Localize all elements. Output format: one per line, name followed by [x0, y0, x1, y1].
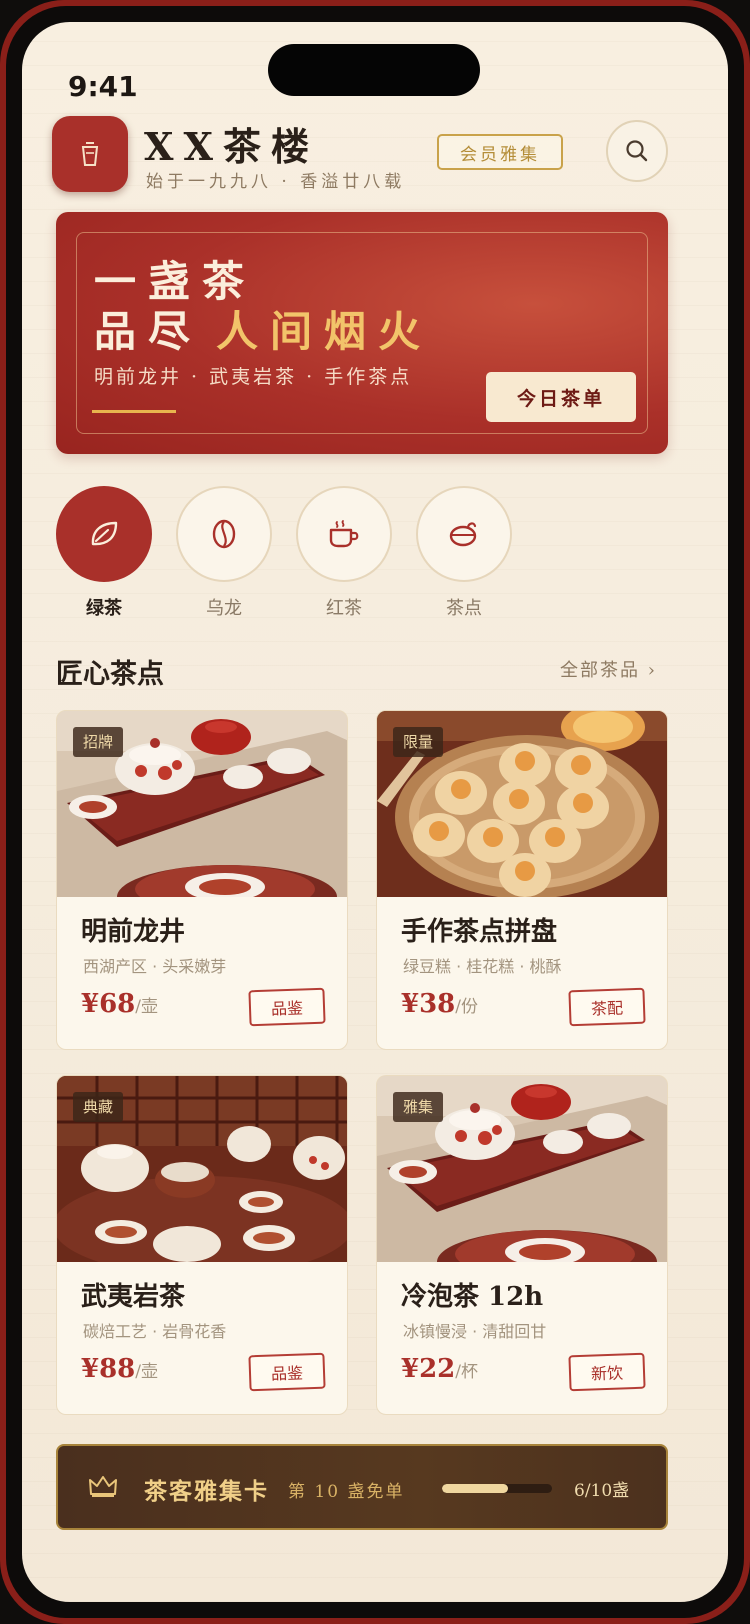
product-tag: 限量 [393, 727, 444, 757]
price-unit: /杯 [455, 1362, 479, 1382]
product-action-button[interactable]: 品鉴 [248, 1352, 326, 1392]
product-desc: 冰镇慢浸 · 清甜回甘 [403, 1322, 547, 1341]
category-circle [296, 486, 392, 582]
category-green-tea[interactable]: 绿茶 [56, 486, 152, 620]
crown-icon [89, 1476, 117, 1497]
product-price: ¥38/份 [401, 989, 478, 1019]
category-circle [56, 486, 152, 582]
product-name: 武夷岩茶 [81, 1282, 186, 1312]
promo-banner: 一盏茶 品尽 人间烟火 明前龙井 · 武夷岩茶 · 手作茶点 今日茶单 [56, 212, 668, 454]
dynamic-island [268, 44, 480, 96]
category-circle [416, 486, 512, 582]
category-label: 绿茶 [86, 598, 122, 619]
category-label: 乌龙 [206, 598, 242, 619]
product-desc: 西湖产区 · 头采嫩芽 [83, 957, 227, 976]
product-price: ¥68/壶 [81, 989, 158, 1019]
category-circle [176, 486, 272, 582]
product-desc: 绿豆糕 · 桂花糕 · 桃酥 [403, 957, 562, 976]
banner-subtitle: 明前龙井 · 武夷岩茶 · 手作茶点 [94, 366, 413, 388]
product-image: 限量 [377, 711, 667, 897]
product-card[interactable]: 招牌 明前龙井 西湖产区 · 头采嫩芽 ¥68/壶 品鉴 [56, 710, 348, 1050]
product-action-button[interactable]: 新饮 [568, 1352, 646, 1392]
app-screen: 9:41 XX茶楼 始于一九九八 · 香溢廿八载 会员雅集 一盏茶 品尽 人间烟火… [22, 22, 728, 1602]
product-price: ¥22/杯 [401, 1354, 478, 1384]
member-button[interactable]: 会员雅集 [437, 134, 563, 170]
product-name: 冷泡茶 12h [401, 1282, 544, 1312]
leaf-icon [91, 521, 118, 546]
tea-bean-icon [212, 519, 236, 549]
price-unit: /份 [455, 997, 479, 1017]
loyalty-title: 茶客雅集卡 [144, 1478, 269, 1505]
product-card[interactable]: 典藏 武夷岩茶 碳焙工艺 · 岩骨花香 ¥88/壶 品鉴 [56, 1075, 348, 1415]
search-icon [626, 140, 648, 162]
loyalty-progress-fill [442, 1484, 508, 1493]
loyalty-subtitle: 第 10 盏免单 [288, 1482, 405, 1502]
loyalty-count: 6/10盏 [574, 1481, 630, 1501]
product-tag: 典藏 [73, 1092, 124, 1122]
category-label: 红茶 [326, 598, 362, 619]
teapot-icon [449, 522, 477, 547]
product-tag: 雅集 [393, 1092, 444, 1122]
today-menu-button[interactable]: 今日茶单 [486, 372, 636, 422]
loyalty-progress-bar [442, 1484, 552, 1493]
product-image: 招牌 [57, 711, 347, 897]
price-value: ¥38 [401, 989, 456, 1019]
product-image: 雅集 [377, 1076, 667, 1262]
product-price: ¥88/壶 [81, 1354, 158, 1384]
category-snacks[interactable]: 茶点 [416, 486, 512, 620]
brand-title: XX茶楼 [144, 124, 319, 169]
product-card[interactable]: 限量 手作茶点拼盘 绿豆糕 · 桂花糕 · 桃酥 ¥38/份 茶配 [376, 710, 668, 1050]
price-value: ¥88 [81, 1354, 136, 1384]
price-unit: /壶 [135, 997, 159, 1017]
category-oolong[interactable]: 乌龙 [176, 486, 272, 620]
banner-headline-2a: 品尽 [94, 307, 203, 356]
tea-cup-logo-icon [81, 142, 99, 166]
product-tag: 招牌 [73, 727, 124, 757]
price-value: ¥22 [401, 1354, 456, 1384]
category-label: 茶点 [446, 598, 482, 619]
product-desc: 碳焙工艺 · 岩骨花香 [83, 1322, 227, 1341]
banner-headline-2: 品尽 人间烟火 [94, 298, 432, 359]
price-value: ¥68 [81, 989, 136, 1019]
section-title: 匠心茶点 [56, 659, 164, 690]
product-name: 明前龙井 [81, 917, 186, 947]
tea-cup-icon [329, 520, 359, 548]
banner-headline-2b: 人间烟火 [216, 307, 433, 356]
price-unit: /壶 [135, 1362, 159, 1382]
loyalty-card[interactable]: 茶客雅集卡 第 10 盏免单 6/10盏 [56, 1444, 668, 1530]
view-all-link[interactable]: 全部茶品 › [560, 656, 657, 682]
category-black-tea[interactable]: 红茶 [296, 486, 392, 620]
product-image: 典藏 [57, 1076, 347, 1262]
brand-subtitle: 始于一九九八 · 香溢廿八载 [146, 172, 406, 192]
status-time: 9:41 [68, 70, 138, 103]
product-name: 手作茶点拼盘 [401, 917, 558, 947]
product-action-button[interactable]: 茶配 [568, 987, 646, 1027]
product-action-button[interactable]: 品鉴 [248, 987, 326, 1027]
product-card[interactable]: 雅集 冷泡茶 12h 冰镇慢浸 · 清甜回甘 ¥22/杯 新饮 [376, 1075, 668, 1415]
banner-accent-line [92, 410, 176, 413]
brand-logo[interactable] [52, 116, 128, 192]
search-button[interactable] [606, 120, 668, 182]
phone-frame: 9:41 XX茶楼 始于一九九八 · 香溢廿八载 会员雅集 一盏茶 品尽 人间烟火… [0, 0, 750, 1624]
